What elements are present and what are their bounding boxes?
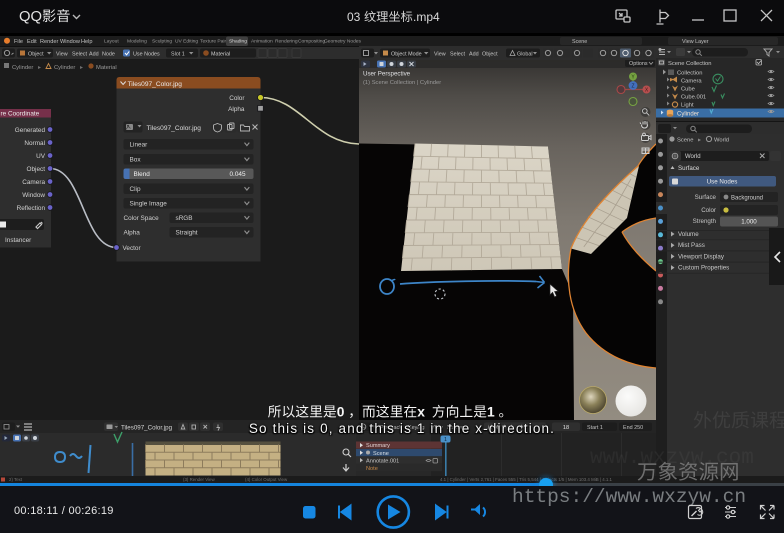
svg-text:0: 0 — [337, 405, 345, 420]
svg-text:www.wxzyw.com: www.wxzyw.com — [590, 447, 754, 470]
svg-text:1: 1 — [487, 405, 495, 420]
svg-text:x: x — [417, 405, 425, 420]
